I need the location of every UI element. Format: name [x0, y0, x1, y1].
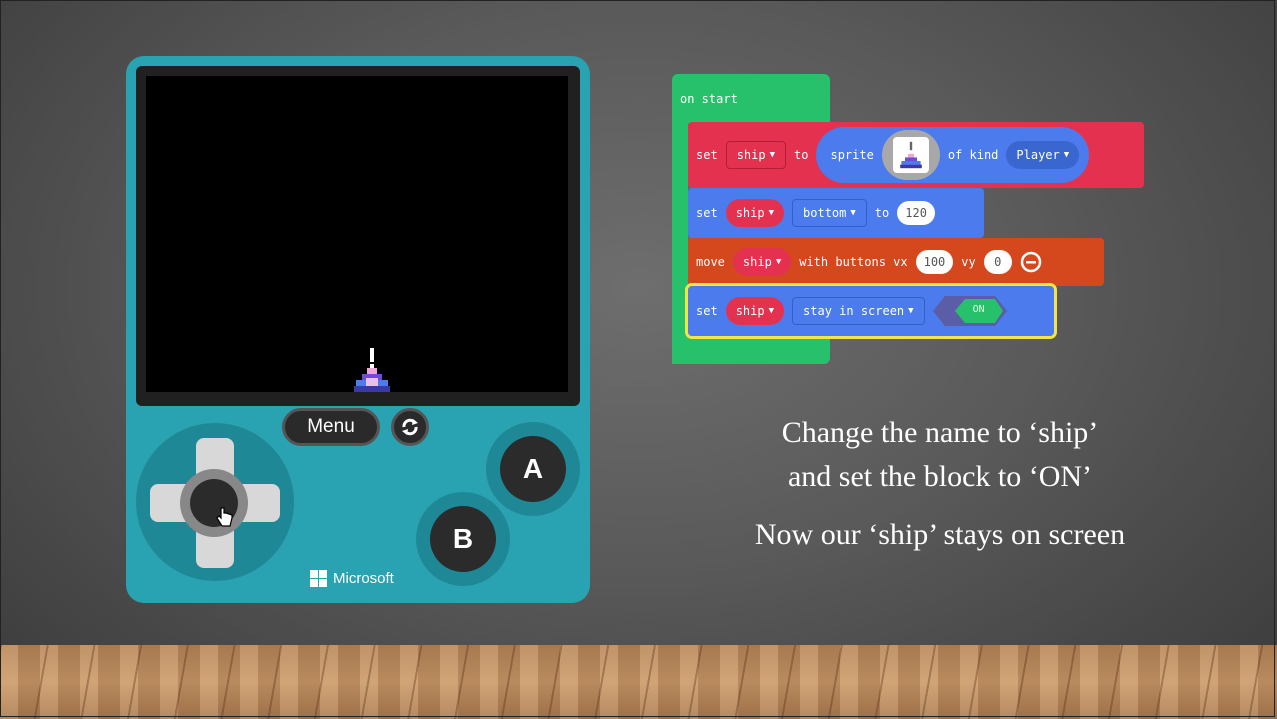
- kind-name: Player: [1016, 148, 1060, 162]
- set-bottom-block[interactable]: set ship ▼ bottom ▼ to 120: [688, 188, 984, 238]
- variable-name: ship: [735, 304, 765, 318]
- flag-name: stay in screen: [803, 304, 905, 318]
- on-start-side: [672, 114, 688, 364]
- toggle-label: ON: [972, 304, 985, 315]
- hand-cursor-icon: [216, 507, 233, 527]
- sprite-thumbnail: [892, 137, 929, 173]
- set-keyword: set: [696, 206, 718, 220]
- button-a[interactable]: A: [500, 436, 566, 502]
- set-keyword: set: [696, 148, 718, 162]
- set-flag-block[interactable]: set ship ▼ stay in screen ▼ ON: [685, 283, 1057, 339]
- caret-icon: ▼: [908, 306, 914, 316]
- vx-input[interactable]: 100: [915, 250, 954, 274]
- variable-dropdown[interactable]: ship ▼: [725, 141, 787, 169]
- flag-dropdown[interactable]: stay in screen ▼: [792, 297, 925, 325]
- microsoft-logo: Microsoft: [310, 570, 394, 587]
- toggle-shape-icon: [932, 296, 1007, 326]
- property-dropdown[interactable]: bottom ▼: [792, 199, 867, 227]
- set-keyword: set: [696, 304, 718, 318]
- game-screen[interactable]: [146, 76, 568, 392]
- variable-name: ship: [736, 148, 766, 162]
- restart-icon: [402, 418, 418, 436]
- of-kind-keyword: of kind: [947, 148, 999, 162]
- code-blocks: on start set ship ▼ to sprite of kind Pl…: [672, 74, 1152, 370]
- menu-button-label: Menu: [307, 416, 355, 437]
- sprite-keyword: sprite: [830, 148, 874, 162]
- on-off-toggle[interactable]: ON: [932, 296, 1007, 326]
- game-console: Menu A B Microsoft: [126, 56, 590, 603]
- variable-name: ship: [735, 206, 765, 220]
- to-keyword: to: [794, 148, 809, 162]
- variable-dropdown[interactable]: ship ▼: [725, 199, 785, 227]
- caption-line-3: Now our ‘ship’ stays on screen: [754, 518, 1126, 551]
- caret-icon: ▼: [775, 257, 782, 267]
- button-b-label: B: [452, 523, 474, 554]
- variable-dropdown[interactable]: ship ▼: [732, 248, 792, 276]
- ship-sprite: [354, 348, 390, 392]
- button-a-label: A: [522, 453, 544, 484]
- wood-floor: [0, 645, 1277, 719]
- set-sprite-block[interactable]: set ship ▼ to sprite of kind Player ▼: [688, 122, 1144, 188]
- restart-button[interactable]: [391, 408, 429, 446]
- caret-icon: ▼: [768, 208, 775, 218]
- vy-input[interactable]: 0: [983, 250, 1012, 274]
- button-b[interactable]: B: [430, 506, 496, 572]
- sprite-thumbnail-icon: [900, 141, 922, 169]
- property-name: bottom: [803, 206, 847, 220]
- caption-line-1: Change the name to ‘ship’: [781, 416, 1099, 449]
- on-start-label: on start: [680, 92, 738, 106]
- variable-dropdown[interactable]: ship ▼: [725, 297, 785, 325]
- to-keyword: to: [874, 206, 890, 220]
- sprite-image-field[interactable]: [881, 130, 940, 180]
- microsoft-logo-text: Microsoft: [333, 570, 394, 587]
- sprite-block[interactable]: sprite of kind Player ▼: [816, 127, 1090, 183]
- on-start-foot: [672, 338, 830, 364]
- variable-name: ship: [742, 255, 772, 269]
- vy-keyword: vy: [961, 255, 976, 269]
- menu-button[interactable]: Menu: [282, 408, 380, 446]
- kind-dropdown[interactable]: Player ▼: [1006, 141, 1080, 169]
- move-with-buttons-block[interactable]: move ship ▼ with buttons vx 100 vy 0: [688, 238, 1104, 286]
- with-buttons-keyword: with buttons vx: [799, 255, 908, 269]
- caret-icon: ▼: [850, 208, 856, 218]
- microsoft-grid-icon: [310, 570, 327, 587]
- on-start-block[interactable]: on start: [672, 74, 830, 124]
- caret-icon: ▼: [1063, 150, 1070, 160]
- caret-icon: ▼: [768, 306, 775, 316]
- move-keyword: move: [696, 255, 725, 269]
- caption-line-2: and set the block to ‘ON’: [787, 460, 1093, 493]
- remove-parameter-icon[interactable]: [1020, 251, 1042, 273]
- bottom-value-input[interactable]: 120: [897, 201, 935, 225]
- caret-icon: ▼: [769, 150, 776, 160]
